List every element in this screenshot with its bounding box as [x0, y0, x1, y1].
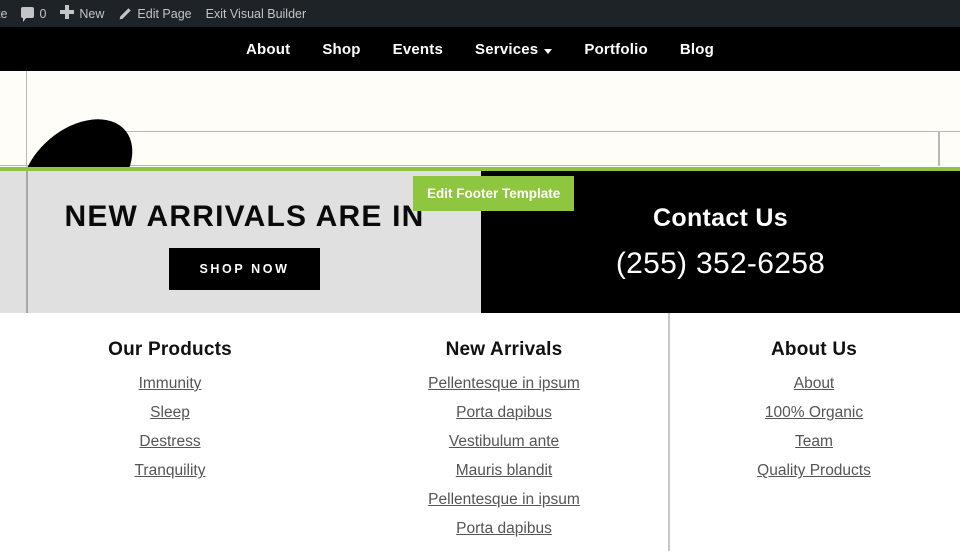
admin-bar-new-label: New — [79, 6, 105, 21]
content-guide-line-left — [26, 71, 27, 167]
site-footer: Edit Footer Template NEW ARRIVALS ARE IN… — [0, 167, 960, 551]
footer-link-destress[interactable]: Destress — [139, 433, 200, 450]
footer-link-vestibulum-ante[interactable]: Vestibulum ante — [449, 433, 559, 450]
footer-column-our-products: Our Products Immunity Sleep Destress Tra… — [0, 317, 340, 551]
footer-link-pellentesque-in-ipsum-2[interactable]: Pellentesque in ipsum — [428, 491, 580, 508]
footer-link-porta-dapibus-1[interactable]: Porta dapibus — [456, 404, 552, 421]
footer-column-new-arrivals: New Arrivals Pellentesque in ipsum Porta… — [340, 317, 668, 551]
nav-item-portfolio[interactable]: Portfolio — [568, 41, 663, 58]
admin-bar-edit-page-label: Edit Page — [137, 6, 192, 21]
wp-admin-bar: te 0 New Edit Page Exit Visual Builder — [0, 0, 960, 27]
footer-links-row: Our Products Immunity Sleep Destress Tra… — [0, 313, 960, 551]
plus-icon — [60, 5, 75, 22]
footer-link-quality-products[interactable]: Quality Products — [757, 462, 871, 479]
footer-link-about[interactable]: About — [794, 375, 835, 392]
admin-bar-site-label: te — [0, 6, 8, 21]
admin-bar-comment-count: 0 — [39, 6, 47, 21]
nav-item-label: About — [246, 40, 291, 58]
nav-item-blog[interactable]: Blog — [664, 41, 730, 58]
content-guide-line-bottom — [0, 165, 880, 166]
promo-heading: NEW ARRIVALS ARE IN — [64, 200, 425, 233]
primary-navigation: About Shop Events Services Portfolio Blo… — [0, 27, 960, 71]
footer-link-immunity[interactable]: Immunity — [139, 375, 202, 392]
content-guide-line-right — [938, 131, 940, 166]
footer-column-title: New Arrivals — [445, 339, 563, 360]
nav-item-shop[interactable]: Shop — [306, 41, 376, 58]
nav-item-events[interactable]: Events — [377, 41, 459, 58]
admin-bar-site-item[interactable]: te — [0, 0, 14, 27]
edit-footer-template-button[interactable]: Edit Footer Template — [413, 176, 575, 211]
nav-item-about[interactable]: About — [230, 41, 306, 58]
nav-item-label: Shop — [322, 40, 361, 58]
page-content-area — [0, 71, 960, 167]
footer-link-mauris-blandit[interactable]: Mauris blandit — [456, 462, 553, 479]
footer-column-title: About Us — [770, 339, 858, 360]
decorative-ellipse-shape — [1, 98, 153, 167]
comment-bubble-icon — [21, 6, 35, 22]
footer-link-porta-dapibus-2[interactable]: Porta dapibus — [456, 520, 552, 537]
footer-column-about-us: About Us About 100% Organic Team Quality… — [668, 313, 960, 551]
edit-footer-template-label: Edit Footer Template — [427, 186, 561, 201]
admin-bar-comments-item[interactable]: 0 — [14, 0, 53, 27]
contact-phone-number[interactable]: (255) 352-6258 — [616, 247, 825, 281]
content-guide-line-middle — [117, 131, 960, 132]
pencil-icon — [118, 7, 132, 21]
admin-bar-new-item[interactable]: New — [53, 0, 111, 27]
nav-item-label: Events — [392, 40, 444, 58]
nav-item-label: Portfolio — [584, 40, 648, 58]
admin-bar-exit-builder-label: Exit Visual Builder — [205, 6, 307, 21]
footer-column-title: Our Products — [108, 339, 232, 360]
footer-link-sleep[interactable]: Sleep — [150, 404, 190, 421]
promo-guide-line — [26, 171, 28, 313]
footer-link-team[interactable]: Team — [795, 433, 833, 450]
nav-item-label: Services — [475, 40, 539, 58]
footer-promo-panel: NEW ARRIVALS ARE IN SHOP NOW — [0, 171, 481, 313]
shop-now-button[interactable]: SHOP NOW — [169, 248, 320, 290]
chevron-down-icon — [544, 48, 553, 54]
footer-link-100-organic[interactable]: 100% Organic — [765, 404, 863, 421]
footer-link-tranquility[interactable]: Tranquility — [135, 462, 206, 479]
admin-bar-exit-visual-builder-item[interactable]: Exit Visual Builder — [199, 0, 314, 27]
admin-bar-edit-page-item[interactable]: Edit Page — [111, 0, 198, 27]
nav-item-label: Blog — [679, 40, 714, 58]
footer-link-pellentesque-in-ipsum-1[interactable]: Pellentesque in ipsum — [428, 375, 580, 392]
nav-item-services[interactable]: Services — [459, 41, 568, 58]
contact-us-heading: Contact Us — [653, 203, 788, 232]
